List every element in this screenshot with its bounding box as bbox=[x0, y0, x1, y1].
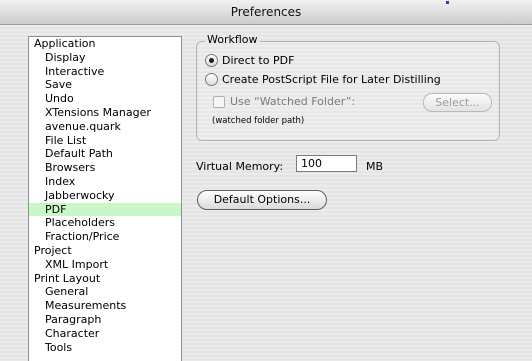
tree-item[interactable]: General bbox=[29, 285, 181, 299]
postscript-radio[interactable] bbox=[205, 73, 218, 86]
tree-item[interactable]: Application bbox=[29, 37, 181, 51]
postscript-option[interactable]: Create PostScript File for Later Distill… bbox=[205, 73, 441, 86]
tree-item[interactable]: Default Path bbox=[29, 147, 181, 161]
tree-item[interactable]: Print Layout bbox=[29, 272, 181, 286]
tree-item[interactable]: Tools bbox=[29, 341, 181, 355]
tree-item[interactable]: XTensions Manager bbox=[29, 106, 181, 120]
tree-item[interactable]: PDF bbox=[29, 202, 181, 217]
tree-item[interactable]: Fraction/Price bbox=[29, 230, 181, 244]
virtual-memory-label: Virtual Memory: bbox=[196, 160, 284, 173]
title-bar-mark bbox=[446, 1, 449, 4]
tree-item[interactable]: Interactive bbox=[29, 65, 181, 79]
direct-to-pdf-label: Direct to PDF bbox=[222, 54, 295, 67]
tree-item[interactable]: Jabberwocky bbox=[29, 189, 181, 203]
title-bar: Preferences bbox=[0, 0, 532, 25]
tree-item[interactable]: Undo bbox=[29, 92, 181, 106]
virtual-memory-unit: MB bbox=[366, 160, 384, 173]
default-options-button[interactable]: Default Options... bbox=[197, 190, 327, 210]
direct-to-pdf-radio[interactable] bbox=[205, 54, 218, 67]
tree-item[interactable]: Placeholders bbox=[29, 216, 181, 230]
tree-item[interactable]: Measurements bbox=[29, 299, 181, 313]
watched-folder-label: Use “Watched Folder”: bbox=[230, 95, 356, 108]
select-folder-button[interactable]: Select... bbox=[423, 93, 492, 112]
tree-item[interactable]: Paragraph bbox=[29, 313, 181, 327]
tree-item[interactable]: Browsers bbox=[29, 161, 181, 175]
radio-selected-dot bbox=[209, 58, 214, 63]
tree-item[interactable]: Save bbox=[29, 78, 181, 92]
watched-folder-option[interactable]: Use “Watched Folder”: bbox=[213, 95, 355, 108]
tree-item[interactable]: XML Import bbox=[29, 258, 181, 272]
postscript-label: Create PostScript File for Later Distill… bbox=[222, 73, 441, 86]
tree-item[interactable]: File List bbox=[29, 134, 181, 148]
workflow-group-label: Workflow bbox=[205, 33, 260, 46]
tree-item[interactable]: avenue.quark bbox=[29, 120, 181, 134]
tree-item[interactable]: Project bbox=[29, 244, 181, 258]
tree-item[interactable]: Character bbox=[29, 327, 181, 341]
virtual-memory-field[interactable] bbox=[296, 155, 357, 172]
preferences-tree[interactable]: Application Display Interactive Save Undo XTe… bbox=[28, 36, 182, 361]
watched-folder-checkbox[interactable] bbox=[213, 95, 225, 108]
watched-folder-path: (watched folder path) bbox=[212, 116, 305, 126]
tree-item[interactable]: Display bbox=[29, 51, 181, 65]
direct-to-pdf-option[interactable]: Direct to PDF bbox=[205, 54, 294, 67]
tree-item[interactable]: Index bbox=[29, 175, 181, 189]
window-title: Preferences bbox=[230, 5, 302, 19]
